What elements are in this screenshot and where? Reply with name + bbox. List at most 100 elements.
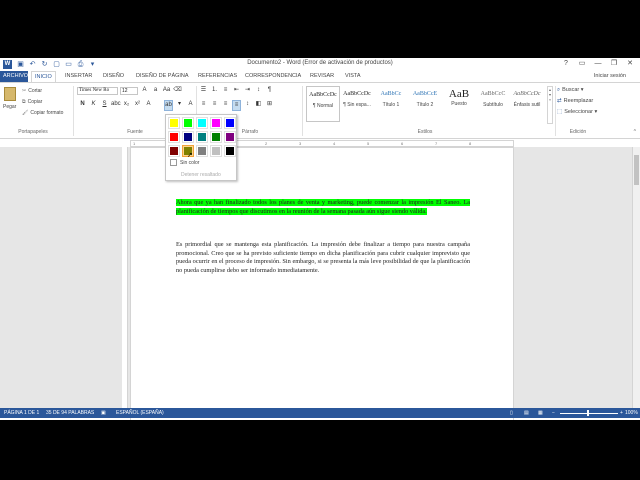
highlight-color-swatch[interactable] [224, 117, 236, 129]
scrollbar-thumb[interactable] [634, 155, 639, 185]
tab-mailings[interactable]: CORRESPONDENCIA [242, 71, 304, 82]
print-layout-icon[interactable]: ▤ [524, 408, 529, 418]
zoom-level[interactable]: 100% [625, 408, 638, 418]
multilevel-list-icon[interactable]: ≡ [221, 86, 230, 95]
highlight-color-swatch[interactable] [210, 145, 222, 157]
strikethrough-icon[interactable]: abc [111, 100, 121, 109]
zoom-out-icon[interactable]: − [552, 408, 555, 418]
read-mode-icon[interactable]: ▯ [510, 408, 513, 418]
ribbon-display-icon[interactable]: ▭ [574, 58, 590, 70]
decrease-indent-icon[interactable]: ⇤ [232, 86, 241, 95]
show-marks-icon[interactable]: ¶ [265, 86, 274, 95]
paragraph-body[interactable]: Es primordial que se mantenga esta plani… [176, 241, 470, 275]
font-family-select[interactable]: Times New Ro [77, 87, 118, 95]
close-icon[interactable]: ✕ [622, 58, 638, 70]
replace-button[interactable]: ⇄ Reemplazar [557, 98, 593, 104]
numbering-icon[interactable]: ⒈ [210, 86, 219, 95]
minimize-icon[interactable]: — [590, 58, 606, 70]
style-heading-1[interactable]: AaBbCc Título 1 [374, 86, 408, 122]
tab-design[interactable]: DISEÑO [100, 71, 127, 82]
style-heading-2[interactable]: AaBbCcE Título 2 [408, 86, 442, 122]
document-page[interactable]: Ahora que ya han finalizado todos los pl… [130, 147, 514, 420]
line-spacing-icon[interactable]: ↕ [243, 100, 252, 111]
highlight-color-swatch[interactable] [196, 117, 208, 129]
font-size-select[interactable]: 12 [120, 87, 138, 95]
select-button[interactable]: ⬚ Seleccionar ▾ [557, 109, 597, 115]
collapse-ribbon-icon[interactable]: ^ [634, 129, 636, 135]
superscript-icon[interactable]: x² [133, 100, 142, 109]
word-window: W ▣ ↶ ↻ ▢ ▭ ⎙ ▾ Documento2 - Word (Error… [0, 58, 640, 420]
sort-icon[interactable]: ↕ [254, 86, 263, 95]
paragraph-highlighted[interactable]: Ahora que ya han finalizado todos los pl… [176, 199, 470, 216]
zoom-slider-thumb[interactable] [587, 410, 589, 416]
tab-home[interactable]: INICIO [31, 71, 56, 82]
italic-icon[interactable]: K [89, 100, 98, 109]
text-effects-icon[interactable]: A [144, 100, 153, 109]
justify-icon[interactable]: ≡ [232, 100, 241, 111]
styles-more-icon[interactable]: ▴ ▾ ▿ [547, 86, 553, 124]
bullets-icon[interactable]: ☰ [199, 86, 208, 95]
style-no-spacing[interactable]: AaBbCcDc ¶ Sin espa... [340, 86, 374, 122]
highlight-color-swatch[interactable] [168, 145, 180, 157]
restore-icon[interactable]: ❐ [606, 58, 622, 70]
format-painter-button[interactable]: 🖌 Copiar formato [22, 110, 63, 116]
borders-icon[interactable]: ⊞ [265, 100, 274, 111]
word-count[interactable]: 35 DE 94 PALABRAS [46, 408, 94, 418]
highlight-color-swatch[interactable] [168, 131, 180, 143]
align-center-icon[interactable]: ≡ [210, 100, 219, 111]
tab-view[interactable]: VISTA [342, 71, 364, 82]
tab-page-layout[interactable]: DISEÑO DE PÁGINA [133, 71, 192, 82]
underline-icon[interactable]: S [100, 100, 109, 109]
cut-button[interactable]: ✂ Cortar [22, 88, 42, 94]
highlight-dropdown-arrow-icon[interactable]: ▾ [175, 100, 184, 111]
style-subtitle[interactable]: AaBbCcC Subtítulo [476, 86, 510, 122]
align-right-icon[interactable]: ≡ [221, 100, 230, 111]
tab-file[interactable]: ARCHIVO [0, 71, 28, 82]
no-color-option[interactable]: Sin color [168, 159, 236, 168]
clear-format-icon[interactable]: ⌫ [173, 86, 182, 95]
style-subtle-emphasis[interactable]: AaBbCcDc Énfasis sutil [510, 86, 544, 122]
proofing-icon[interactable]: ▣ [101, 408, 106, 418]
highlight-color-swatch[interactable] [196, 131, 208, 143]
sign-in-link[interactable]: Iniciar sesión [594, 71, 626, 82]
highlight-color-swatch[interactable] [210, 117, 222, 129]
highlight-color-swatch[interactable] [196, 145, 208, 157]
vertical-ruler[interactable] [122, 147, 128, 408]
copy-icon: ⧉ [22, 99, 26, 105]
align-left-icon[interactable]: ≡ [199, 100, 208, 111]
tab-references[interactable]: REFERENCIAS [195, 71, 240, 82]
vertical-scrollbar[interactable] [632, 147, 640, 408]
bold-icon[interactable]: N [78, 100, 87, 109]
page-count[interactable]: PÁGINA 1 DE 1 [4, 408, 39, 418]
highlight-color-swatch[interactable] [182, 117, 194, 129]
increase-indent-icon[interactable]: ⇥ [243, 86, 252, 95]
subscript-icon[interactable]: x₂ [122, 100, 131, 109]
zoom-slider[interactable] [560, 413, 618, 414]
highlight-color-swatch[interactable] [224, 145, 236, 157]
copy-button[interactable]: ⧉ Copiar [22, 99, 42, 105]
find-button[interactable]: ⌕ Buscar ▾ [557, 87, 584, 94]
web-layout-icon[interactable]: ▦ [538, 408, 543, 418]
paste-button[interactable]: Pegar [3, 104, 16, 110]
shrink-font-icon[interactable]: a [151, 86, 160, 95]
language-indicator[interactable]: ESPAÑOL (ESPAÑA) [116, 408, 164, 418]
font-color-icon[interactable]: A [186, 100, 195, 111]
tab-review[interactable]: REVISAR [307, 71, 337, 82]
zoom-in-icon[interactable]: + [620, 408, 623, 418]
tab-insert[interactable]: INSERTAR [62, 71, 95, 82]
highlight-color-swatch[interactable] [224, 131, 236, 143]
highlight-color-button[interactable]: ab [164, 100, 173, 111]
style-normal[interactable]: AaBbCcDc ¶ Normal [306, 86, 340, 122]
grow-font-icon[interactable]: A [140, 86, 149, 95]
highlight-color-swatch[interactable] [210, 131, 222, 143]
help-icon[interactable]: ? [558, 58, 574, 70]
shading-icon[interactable]: ◧ [254, 100, 263, 111]
highlight-color-swatch[interactable] [168, 117, 180, 129]
color-buttons: ab ▾ A [164, 100, 195, 111]
paste-icon[interactable] [4, 87, 16, 101]
paragraph-list-buttons: ☰ ⒈ ≡ ⇤ ⇥ ↕ ¶ [199, 86, 274, 95]
change-case-icon[interactable]: Aa [162, 86, 171, 95]
style-title[interactable]: AaB Puesto [442, 86, 476, 122]
highlighted-text[interactable]: Ahora que ya han finalizado todos los pl… [176, 199, 470, 215]
highlight-color-swatch[interactable] [182, 131, 194, 143]
